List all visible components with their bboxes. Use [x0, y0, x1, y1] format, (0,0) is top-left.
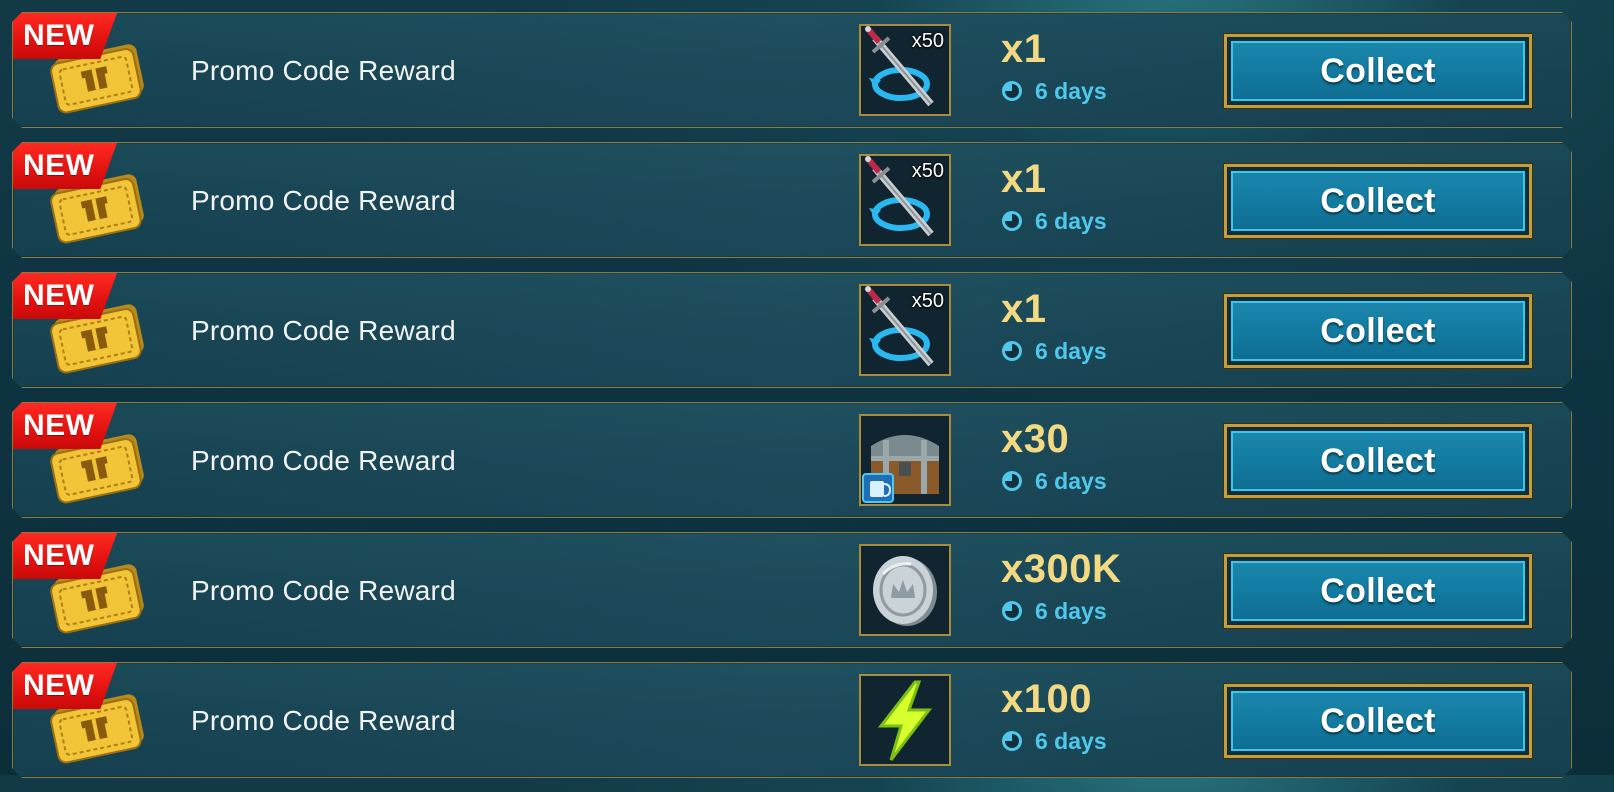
reward-row: NEW Promo Code Reward x30 6 days Collect: [12, 402, 1572, 518]
collect-button-label: Collect: [1231, 301, 1525, 361]
duration-label: 6 days: [1035, 727, 1107, 754]
collect-button[interactable]: Collect: [1224, 294, 1532, 368]
new-badge: NEW: [13, 533, 117, 579]
collect-button-label: Collect: [1231, 561, 1525, 621]
reward-duration: 6 days: [1001, 337, 1107, 365]
reward-duration: 6 days: [1001, 727, 1107, 755]
clock-icon: [1001, 210, 1023, 232]
clock-icon: [1001, 730, 1023, 752]
duration-label: 6 days: [1035, 597, 1107, 624]
reward-row: NEW Promo Code Reward x50 x1 6 days Coll…: [12, 12, 1572, 128]
reward-quantity: x300K: [1001, 547, 1122, 591]
reward-item-slot: [859, 544, 951, 636]
new-badge: NEW: [13, 663, 117, 709]
new-badge: NEW: [13, 143, 117, 189]
reward-row: NEW Promo Code Reward x100 6 days Collec…: [12, 662, 1572, 778]
silver-coin-icon: [861, 546, 949, 634]
duration-label: 6 days: [1035, 467, 1107, 494]
duration-label: 6 days: [1035, 337, 1107, 364]
collect-button-label: Collect: [1231, 691, 1525, 751]
reward-duration: 6 days: [1001, 467, 1107, 495]
reward-title: Promo Code Reward: [191, 575, 456, 606]
collect-button[interactable]: Collect: [1224, 684, 1532, 758]
reward-item-slot: [859, 414, 951, 506]
reward-row: NEW Promo Code Reward x50 x1 6 days Coll…: [12, 142, 1572, 258]
reward-title: Promo Code Reward: [191, 185, 456, 216]
item-count: x50: [911, 290, 944, 312]
reward-title: Promo Code Reward: [191, 315, 456, 346]
collect-button[interactable]: Collect: [1224, 424, 1532, 498]
reward-row: NEW Promo Code Reward x300K 6 days Colle…: [12, 532, 1572, 648]
clock-icon: [1001, 470, 1023, 492]
clock-icon: [1001, 340, 1023, 362]
collect-button[interactable]: Collect: [1224, 34, 1532, 108]
collect-button-label: Collect: [1231, 41, 1525, 101]
reward-duration: 6 days: [1001, 77, 1107, 105]
reward-duration: 6 days: [1001, 597, 1107, 625]
duration-label: 6 days: [1035, 77, 1107, 104]
reward-row: NEW Promo Code Reward x50 x1 6 days Coll…: [12, 272, 1572, 388]
item-count: x50: [911, 30, 944, 52]
reward-duration: 6 days: [1001, 207, 1107, 235]
reward-item-slot: x50: [859, 24, 951, 116]
reward-list: NEW Promo Code Reward x50 x1 6 days Coll…: [12, 12, 1572, 792]
reward-quantity: x30: [1001, 417, 1070, 461]
reward-title: Promo Code Reward: [191, 55, 456, 86]
treasure-chest-icon: [861, 416, 949, 504]
energy-bolt-icon: [861, 676, 949, 764]
reward-quantity: x1: [1001, 27, 1047, 71]
clock-icon: [1001, 80, 1023, 102]
new-badge: NEW: [13, 403, 117, 449]
duration-label: 6 days: [1035, 207, 1107, 234]
reward-title: Promo Code Reward: [191, 705, 456, 736]
reward-quantity: x1: [1001, 157, 1047, 201]
collect-button-label: Collect: [1231, 171, 1525, 231]
reward-quantity: x100: [1001, 677, 1092, 721]
collect-button[interactable]: Collect: [1224, 164, 1532, 238]
collect-button[interactable]: Collect: [1224, 554, 1532, 628]
item-count: x50: [911, 160, 944, 182]
clock-icon: [1001, 600, 1023, 622]
new-badge: NEW: [13, 13, 117, 59]
reward-quantity: x1: [1001, 287, 1047, 331]
reward-title: Promo Code Reward: [191, 445, 456, 476]
collect-button-label: Collect: [1231, 431, 1525, 491]
reward-item-slot: [859, 674, 951, 766]
new-badge: NEW: [13, 273, 117, 319]
reward-item-slot: x50: [859, 284, 951, 376]
reward-item-slot: x50: [859, 154, 951, 246]
